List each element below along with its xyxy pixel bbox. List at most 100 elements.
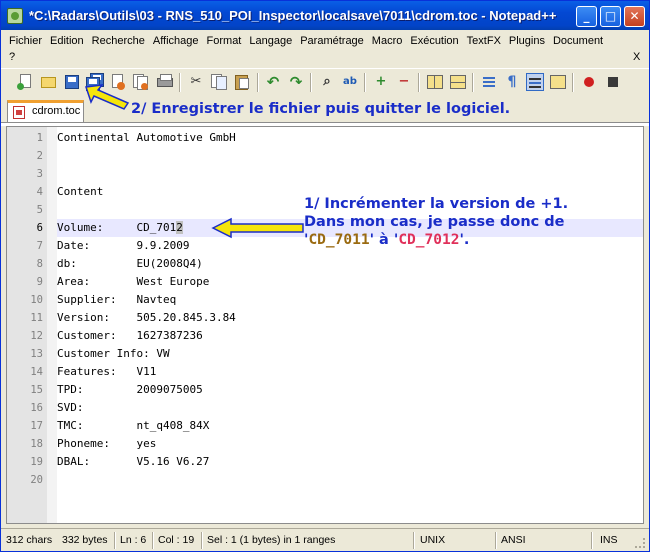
code-line[interactable]: DBAL: V5.16 V6.27 xyxy=(57,453,643,471)
find-icon[interactable]: ⌕ xyxy=(318,73,336,91)
word-wrap-icon[interactable] xyxy=(480,73,498,91)
minimize-button[interactable]: _ xyxy=(576,6,597,27)
fold-margin xyxy=(47,127,57,523)
code-line[interactable] xyxy=(57,165,643,183)
line-number: 17 xyxy=(30,420,43,432)
show-all-characters-icon[interactable]: ¶ xyxy=(503,73,521,91)
paste-icon[interactable] xyxy=(233,73,251,91)
close-document-button[interactable]: X xyxy=(633,51,640,63)
tab-cdrom-toc[interactable]: cdrom.toc xyxy=(7,100,84,122)
replace-icon[interactable]: ab xyxy=(341,73,359,91)
resize-grip[interactable] xyxy=(635,538,645,548)
save-icon[interactable] xyxy=(63,73,81,91)
status-eol-format[interactable]: UNIX xyxy=(420,533,445,548)
menu-item-document[interactable]: Document xyxy=(549,33,607,49)
maximize-button[interactable]: □ xyxy=(600,6,621,27)
menu-item-fichier[interactable]: Fichier xyxy=(5,33,46,49)
code-line[interactable]: db: EU(2008Q4) xyxy=(57,255,643,273)
menu-item-langage[interactable]: Langage xyxy=(245,33,296,49)
line-number: 3 xyxy=(36,168,43,180)
status-selection: Sel : 1 (1 bytes) in 1 ranges xyxy=(207,534,336,546)
menu-item-recherche[interactable]: Recherche xyxy=(88,33,149,49)
window-title: *C:\Radars\Outils\03 - RNS_510_POI_Inspe… xyxy=(29,8,557,23)
code-line[interactable]: Supplier: Navteq xyxy=(57,291,643,309)
new-file-icon[interactable] xyxy=(17,73,35,91)
status-separator xyxy=(114,532,116,549)
save-annotation-arrow xyxy=(84,84,130,110)
editor-pane[interactable]: 1 2 3 4 5 6 7 8 9 10 11 12 13 14 15 16 17 18 19 20 Continen… xyxy=(6,126,644,524)
line-number: 1 xyxy=(36,132,43,144)
print-icon[interactable] xyxy=(156,73,174,91)
status-encoding[interactable]: ANSI xyxy=(501,533,526,548)
line-number: 16 xyxy=(30,402,43,414)
sync-vertical-icon[interactable] xyxy=(426,73,444,91)
line-number: 14 xyxy=(30,366,43,378)
code-line[interactable]: Customer Info: VW xyxy=(57,345,643,363)
code-line[interactable]: Customer: 1627387236 xyxy=(57,327,643,345)
stop-recording-icon[interactable] xyxy=(604,73,622,91)
redo-icon[interactable]: ↷ xyxy=(287,73,305,91)
status-bytes: 332 bytes xyxy=(62,534,108,546)
toolbar-separator xyxy=(257,73,259,92)
increment-line-2: Dans mon cas, je passe donc de xyxy=(304,214,565,230)
code-line[interactable]: Area: West Europe xyxy=(57,273,643,291)
line-number: 20 xyxy=(30,474,43,486)
increment-line-3: 'CD_7011' à 'CD_7012'. xyxy=(304,231,568,249)
notepadpp-app-icon[interactable] xyxy=(7,8,23,24)
line-number: 8 xyxy=(36,258,43,270)
line-number: 15 xyxy=(30,384,43,396)
open-file-icon[interactable] xyxy=(40,73,58,91)
record-macro-icon[interactable] xyxy=(580,73,598,91)
status-separator xyxy=(201,532,203,549)
cut-icon[interactable]: ✂ xyxy=(187,73,205,91)
code-line[interactable]: TPD: 2009075005 xyxy=(57,381,643,399)
status-separator xyxy=(152,532,154,549)
toolbar-separator xyxy=(310,73,312,92)
indent-guide-icon[interactable] xyxy=(526,73,544,91)
menu-item-macro[interactable]: Macro xyxy=(368,33,407,49)
status-chars: 312 chars xyxy=(6,534,53,546)
line-number: 10 xyxy=(30,294,43,306)
code-line[interactable]: Continental Automotive GmbH xyxy=(57,129,643,147)
code-line[interactable]: Version: 505.20.845.3.84 xyxy=(57,309,643,327)
code-line[interactable] xyxy=(57,147,643,165)
status-separator xyxy=(413,532,415,549)
sync-horizontal-icon[interactable] xyxy=(449,73,467,91)
code-line[interactable]: Features: V11 xyxy=(57,363,643,381)
new-version: CD_7012 xyxy=(398,232,460,248)
close-window-button[interactable]: ✕ xyxy=(624,6,645,27)
menu-item-execution[interactable]: Exécution xyxy=(406,33,462,49)
status-bar: 312 chars 332 bytes Ln : 6 Col : 19 Sel … xyxy=(1,528,649,551)
tab-label: cdrom.toc xyxy=(32,105,81,117)
line-number: 4 xyxy=(36,186,43,198)
toolbar-separator xyxy=(572,73,574,92)
code-line[interactable] xyxy=(57,471,643,489)
quote-close: '. xyxy=(459,232,470,248)
menu-item-plugins[interactable]: Plugins xyxy=(505,33,549,49)
menu-help[interactable]: ? xyxy=(9,51,15,63)
menu-item-parametrage[interactable]: Paramétrage xyxy=(296,33,368,49)
modified-file-icon xyxy=(13,106,25,119)
code-area[interactable]: Continental Automotive GmbH Content Volume… xyxy=(57,127,643,523)
notepadpp-window: *C:\Radars\Outils\03 - RNS_510_POI_Inspe… xyxy=(0,0,650,552)
line-number: 7 xyxy=(36,240,43,252)
copy-icon[interactable] xyxy=(210,73,228,91)
menu-item-textfx[interactable]: TextFX xyxy=(463,33,505,49)
line-number: 13 xyxy=(30,348,43,360)
undo-icon[interactable]: ↶ xyxy=(264,73,282,91)
user-defined-language-icon[interactable] xyxy=(549,73,567,91)
menu-item-edition[interactable]: Edition xyxy=(46,33,88,49)
title-bar[interactable]: *C:\Radars\Outils\03 - RNS_510_POI_Inspe… xyxy=(1,1,649,30)
code-line[interactable]: TMC: nt_q408_84X xyxy=(57,417,643,435)
status-insert-mode[interactable]: INS xyxy=(600,533,618,548)
menu-item-format[interactable]: Format xyxy=(203,33,246,49)
close-all-icon[interactable] xyxy=(132,73,150,91)
menu-item-affichage[interactable]: Affichage xyxy=(149,33,203,49)
zoom-out-icon[interactable]: − xyxy=(395,73,413,91)
toolbar-separator xyxy=(472,73,474,92)
menu-bar: Fichier Edition Recherche Affichage Format La… xyxy=(1,31,649,67)
code-line[interactable]: Phoneme: yes xyxy=(57,435,643,453)
zoom-in-icon[interactable]: + xyxy=(372,73,390,91)
code-line[interactable]: SVD: xyxy=(57,399,643,417)
line-number: 12 xyxy=(30,330,43,342)
